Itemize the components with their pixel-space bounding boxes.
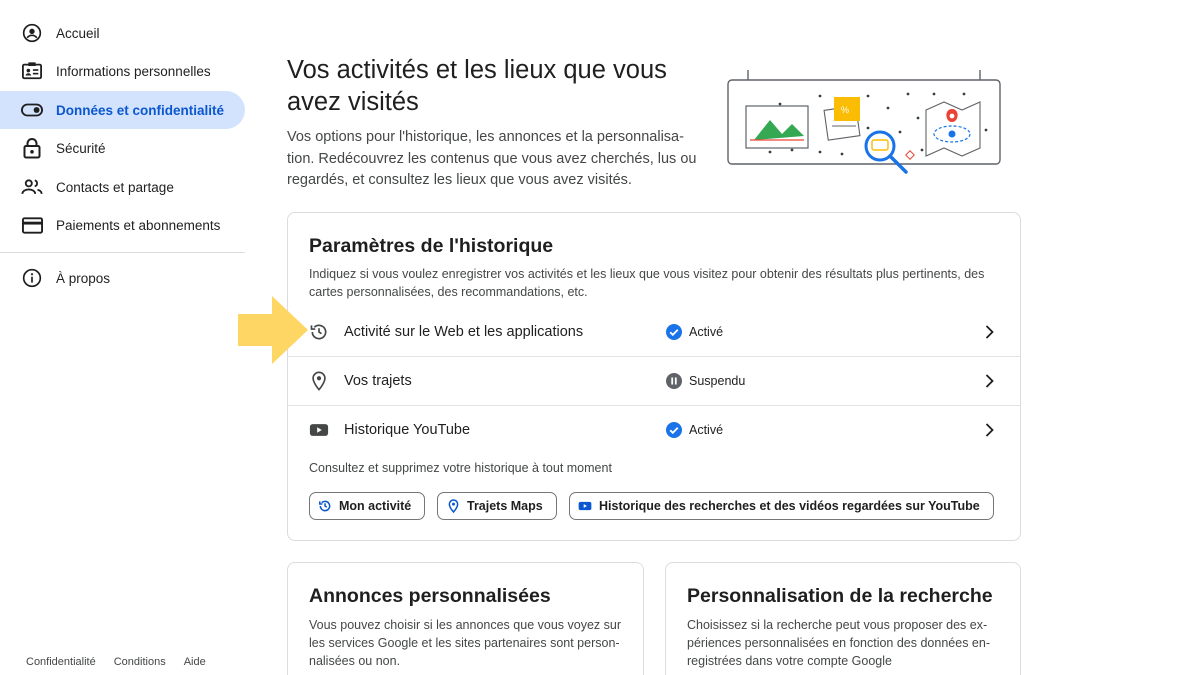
sidebar-item-securite[interactable]: Sécurité (0, 129, 245, 167)
info-icon (21, 267, 43, 289)
chip-mon-activite[interactable]: Mon activité (309, 492, 426, 520)
ads-card-title: Annonces personnalisées (309, 585, 551, 607)
history-icon (318, 499, 332, 513)
sidebar-item-informations-personnelles[interactable]: Informations personnelles (0, 52, 245, 90)
history-row-label: Activité sur le Web et les applications (344, 323, 584, 340)
sidebar-item-label: À propos (56, 270, 111, 286)
chevron-right-icon (985, 422, 994, 437)
sidebar-divider (0, 252, 245, 253)
chevron-right-icon (985, 373, 994, 388)
youtube-icon (578, 499, 592, 513)
history-row-vos-trajets[interactable]: Vos trajets Suspendu (288, 356, 1020, 405)
page-description: Vos options pour l'historique, les annon… (287, 129, 697, 188)
toggle-icon (21, 99, 43, 121)
history-row-status: Activé (689, 422, 724, 437)
sidebar-item-a-propos[interactable]: À propos (0, 259, 245, 297)
youtube-icon (308, 419, 330, 441)
history-row-web-app-activity[interactable]: Activité sur le Web et les applications … (288, 307, 1020, 356)
sidebar-item-label: Paiements et abonnements (56, 217, 221, 233)
history-consult-text: Consultez et supprimez votre historique … (309, 461, 612, 475)
sidebar-item-label: Sécurité (56, 140, 106, 156)
check-circle-icon (666, 421, 682, 438)
history-row-status: Suspendu (689, 373, 746, 388)
search-card-description: Choisissez si la recherche peut vous pro… (687, 618, 990, 668)
sidebar-item-donnees-et-confidentialite[interactable]: Données et confidentialité (0, 91, 245, 129)
sidebar-item-label: Informations personnelles (56, 63, 211, 79)
location-pin-icon (446, 499, 460, 513)
history-settings-card: Paramètres de l'historique Indiquez si v… (287, 212, 1021, 541)
history-row-status: Activé (689, 324, 724, 339)
chip-historique-youtube[interactable]: Historique des recherches et des vidéos … (569, 492, 994, 520)
ads-card[interactable]: Annonces personnalisées Vous pouvez choi… (287, 562, 644, 675)
sidebar-item-contacts-et-partage[interactable]: Contacts et partage (0, 168, 245, 206)
chip-trajets-maps[interactable]: Trajets Maps (437, 492, 557, 520)
credit-card-icon (21, 214, 43, 236)
history-row-historique-youtube[interactable]: Historique YouTube Activé (288, 405, 1020, 454)
svg-text:%: % (841, 105, 849, 115)
page-title: Vos activités et les lieux que vous avez… (287, 56, 667, 116)
history-icon (308, 321, 330, 343)
history-row-label: Historique YouTube (344, 421, 471, 438)
sidebar-item-accueil[interactable]: Accueil (0, 14, 245, 52)
search-personalization-card[interactable]: Personnalisation de la recherche Choisis… (665, 562, 1021, 675)
search-card-title: Personnalisation de la recherche (687, 585, 993, 607)
check-circle-icon (666, 323, 682, 340)
history-card-title: Paramètres de l'historique (309, 235, 554, 257)
footer-link-aide[interactable]: Aide (184, 656, 206, 668)
sidebar-item-label: Données et confidentialité (56, 102, 225, 118)
highlight-arrow (238, 296, 308, 364)
history-card-description: Indiquez si vous voulez enregistrer vos … (309, 267, 985, 299)
chip-label: Historique des recherches et des vidéos … (599, 499, 980, 513)
ads-card-description: Vous pouvez choisir si les annonces que … (309, 618, 621, 668)
footer-link-confidentialite[interactable]: Confidentialité (26, 656, 96, 668)
sidebar-item-label: Contacts et partage (56, 179, 174, 195)
chip-label: Trajets Maps (467, 499, 543, 513)
people-icon (21, 176, 43, 198)
account-circle-icon (21, 22, 43, 44)
chevron-right-icon (985, 324, 994, 339)
location-pin-icon (308, 370, 330, 392)
pause-circle-icon (666, 372, 682, 389)
history-row-label: Vos trajets (344, 372, 412, 389)
sidebar-footer: Confidentialité Conditions Aide (26, 656, 206, 668)
lock-icon (21, 137, 43, 159)
sidebar-item-paiements-et-abonnements[interactable]: Paiements et abonnements (0, 206, 245, 244)
activity-illustration: % (727, 70, 1001, 174)
chip-label: Mon activité (339, 499, 412, 513)
sidebar-item-label: Accueil (56, 25, 100, 41)
sidebar: Accueil Informations personnelles Donnée… (0, 0, 258, 675)
id-card-icon (21, 60, 43, 82)
footer-link-conditions[interactable]: Conditions (114, 656, 166, 668)
